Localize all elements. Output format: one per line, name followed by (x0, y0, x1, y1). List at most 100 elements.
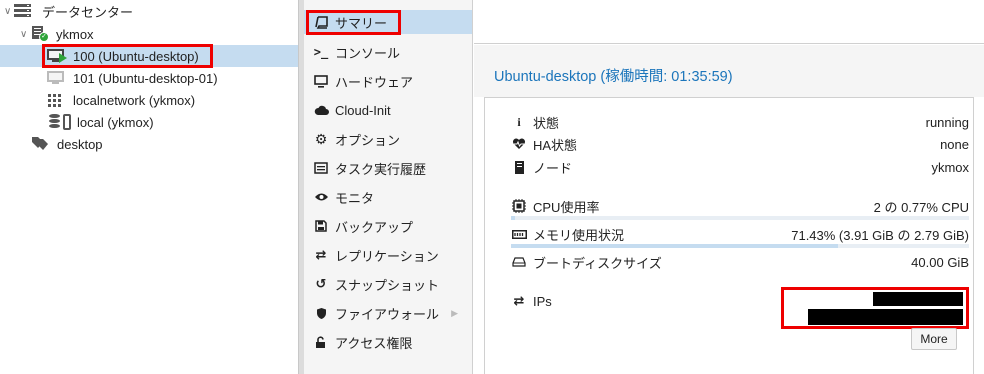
memory-usage-bar (511, 244, 969, 248)
list-icon (313, 160, 329, 176)
chevron-down-icon[interactable]: ∨ (4, 6, 11, 17)
nav-label: サマリー (335, 15, 388, 31)
cloud-icon (313, 102, 329, 118)
heartbeat-icon (511, 137, 527, 151)
resource-tree: ∨ データセンター ∨ ✓ ykmox 100 (Ubuntu-desktop)… (0, 0, 298, 374)
eye-icon (313, 189, 329, 205)
history-icon: ↺ (315, 276, 327, 291)
status-row: i 状態 running (511, 113, 969, 131)
tree-item-label: desktop (57, 136, 103, 152)
nav-label: オプション (335, 132, 401, 148)
nav-label: ハードウェア (335, 74, 414, 90)
memory-label: メモリ使用状況 (533, 227, 625, 243)
ips-label: IPs (533, 293, 552, 309)
nav-item-options[interactable]: ⚙ オプション (304, 127, 472, 151)
memory-row: メモリ使用状況 71.43% (3.91 GiB の 2.79 GiB) (511, 225, 969, 243)
nav-item-permissions[interactable]: アクセス権限 (304, 330, 472, 354)
redacted-ip (873, 292, 963, 306)
ha-value: none (940, 136, 969, 152)
tree-item-label: local (ykmox) (77, 114, 154, 130)
nav-item-hardware[interactable]: ハードウェア (304, 69, 472, 93)
node-value: ykmox (931, 159, 969, 175)
nav-label: モニタ (335, 190, 375, 206)
nav-item-replication[interactable]: ⇄ レプリケーション (304, 243, 472, 267)
nav-item-summary[interactable]: サマリー (304, 10, 472, 34)
nav-label: ファイアウォール (335, 306, 440, 322)
tree-item-label: ykmox (56, 26, 94, 42)
exchange-icon: ⇄ (513, 293, 525, 308)
disk-label: ブートディスクサイズ (533, 255, 662, 271)
nav-item-monitor[interactable]: モニタ (304, 185, 472, 209)
disk-value: 40.00 GiB (911, 254, 969, 270)
terminal-icon: >_ (313, 45, 329, 59)
summary-panel: Ubuntu-desktop (稼働時間: 01:35:59) i 状態 runn… (474, 0, 984, 374)
cpu-label: CPU使用率 (533, 199, 600, 215)
desktop-icon (313, 73, 329, 89)
node-label: ノード (533, 160, 573, 176)
status-box: i 状態 running HA状態 none ノード ykmox CPU使用率 2… (484, 97, 974, 374)
cpu-usage-fill (511, 216, 515, 220)
nav-item-task-history[interactable]: タスク実行履歴 (304, 156, 472, 180)
tags-icon (32, 137, 50, 151)
info-icon: i (517, 114, 521, 129)
nav-label: タスク実行履歴 (335, 161, 427, 177)
nav-item-snapshot[interactable]: ↺ スナップショット (304, 272, 472, 296)
vm-nav-menu: サマリー >_ コンソール ハードウェア Cloud-Init ⚙ オプション … (304, 0, 473, 374)
memory-value: 71.43% (3.91 GiB の 2.79 GiB) (791, 227, 969, 243)
network-grid-icon (48, 94, 62, 107)
nav-label: バックアップ (335, 219, 414, 235)
memory-usage-fill (511, 244, 839, 248)
vm-running-icon (47, 49, 67, 64)
cpu-usage-bar (511, 216, 969, 220)
nav-label: レプリケーション (335, 248, 439, 264)
tree-item-label: 100 (Ubuntu-desktop) (73, 48, 199, 64)
toolbar (474, 0, 984, 44)
nav-item-backup[interactable]: バックアップ (304, 214, 472, 238)
memory-icon (511, 227, 527, 241)
node-online-icon: ✓ (31, 26, 49, 42)
nav-item-cloudinit[interactable]: Cloud-Init (304, 98, 472, 122)
more-button[interactable]: More (911, 328, 957, 350)
shield-icon (313, 305, 329, 321)
book-icon (313, 14, 329, 30)
tree-item-datacenter[interactable]: ∨ データセンター (0, 0, 298, 22)
submenu-arrow-icon: ▶ (451, 307, 458, 318)
retweet-icon: ⇄ (315, 247, 327, 262)
chevron-down-icon[interactable]: ∨ (20, 29, 27, 40)
nav-label: アクセス権限 (335, 335, 413, 351)
tree-item-label: 101 (Ubuntu-desktop-01) (73, 70, 218, 86)
status-header: Ubuntu-desktop (稼働時間: 01:35:59) (474, 45, 984, 97)
nav-label: コンソール (335, 45, 401, 61)
tree-item-label: localnetwork (ykmox) (73, 92, 196, 108)
nav-label: Cloud-Init (335, 102, 391, 118)
vm-stopped-icon (47, 71, 65, 86)
nav-label: スナップショット (335, 277, 440, 293)
status-label: 状態 (533, 115, 560, 131)
node-row: ノード ykmox (511, 158, 969, 176)
cpu-row: CPU使用率 2 の 0.77% CPU (511, 197, 969, 215)
panel-title: Ubuntu-desktop (稼働時間: 01:35:59) (494, 69, 733, 85)
tree-item-vm-100[interactable]: 100 (Ubuntu-desktop) (0, 45, 298, 67)
server-icon (14, 4, 31, 17)
redacted-ip (808, 309, 963, 325)
gear-icon: ⚙ (314, 130, 328, 147)
tree-item-storage[interactable]: local (ykmox) (0, 111, 298, 133)
tree-item-vm-101[interactable]: 101 (Ubuntu-desktop-01) (0, 67, 298, 89)
status-value: running (925, 114, 969, 130)
hdd-icon (511, 255, 527, 269)
tree-item-node[interactable]: ∨ ✓ ykmox (0, 23, 298, 45)
tree-item-tag[interactable]: desktop (0, 133, 298, 155)
ha-label: HA状態 (533, 137, 578, 153)
cpu-icon (511, 199, 527, 213)
nav-item-firewall[interactable]: ファイアウォール ▶ (304, 301, 472, 325)
ha-row: HA状態 none (511, 135, 969, 153)
cpu-value: 2 の 0.77% CPU (873, 199, 969, 215)
building-icon (511, 160, 527, 174)
nav-item-console[interactable]: >_ コンソール (304, 40, 472, 64)
unlock-icon (313, 334, 329, 350)
floppy-icon (313, 218, 329, 234)
disk-row: ブートディスクサイズ 40.00 GiB (511, 253, 969, 271)
storage-icon (49, 114, 73, 130)
tree-item-label: データセンター (42, 4, 134, 20)
tree-item-sdn[interactable]: localnetwork (ykmox) (0, 89, 298, 111)
